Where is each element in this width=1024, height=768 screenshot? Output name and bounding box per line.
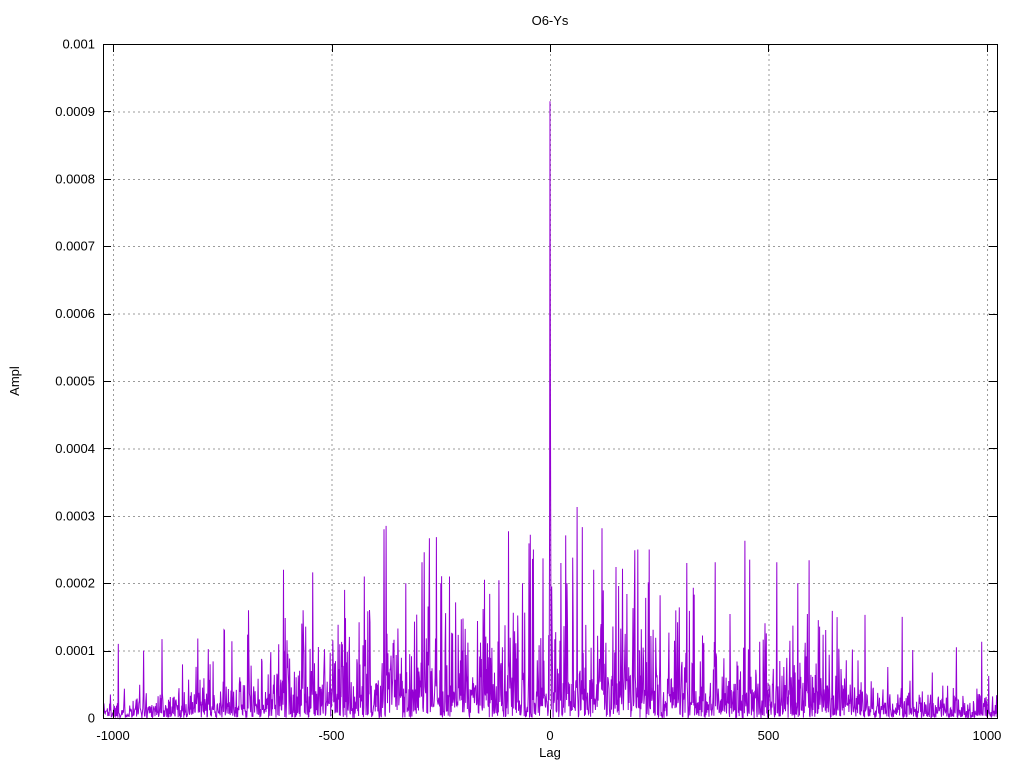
x-tick-label: 1000 — [972, 728, 1001, 743]
chart-title: O6-Ys — [532, 13, 569, 28]
y-tick-label: 0.0008 — [55, 171, 95, 186]
y-tick-label: 0.0007 — [55, 239, 95, 254]
y-tick-label: 0.0009 — [55, 104, 95, 119]
y-tick-label: 0.0001 — [55, 643, 95, 658]
x-tick-label: -500 — [319, 728, 345, 743]
x-tick-label: -1000 — [96, 728, 129, 743]
y-tick-label: 0.0002 — [55, 576, 95, 591]
x-axis-label: Lag — [539, 745, 561, 760]
x-tick-label: 0 — [546, 728, 553, 743]
y-tick-label: 0.0005 — [55, 374, 95, 389]
y-tick-label: 0.0004 — [55, 441, 95, 456]
y-tick-label: 0.0006 — [55, 306, 95, 321]
y-tick-label: 0 — [88, 711, 95, 726]
chart-canvas: -1000 -500 0 500 1000 0 0.0001 0.0002 0.0003 0.00… — [7, 13, 1001, 760]
x-tick-label: 500 — [758, 728, 780, 743]
y-tick-label: 0.0003 — [55, 508, 95, 523]
y-tick-label: 0.001 — [62, 37, 95, 52]
gnuplot-window: -1000 -500 0 500 1000 0 0.0001 0.0002 0.0003 0.00… — [0, 0, 1024, 768]
y-axis-label: Ampl — [7, 366, 22, 396]
